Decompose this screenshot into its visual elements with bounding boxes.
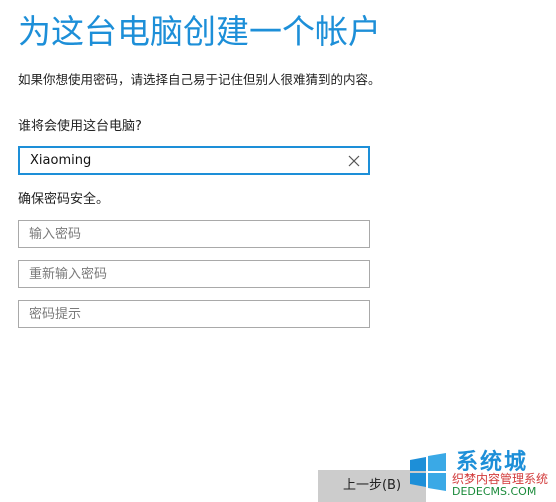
watermark-line1: 织梦内容管理系统 (452, 472, 549, 486)
back-button[interactable]: 上一步(B) (318, 470, 426, 502)
watermark: 系统城 织梦内容管理系统 DEDECMS.COM (406, 444, 556, 502)
confirm-password-field (18, 260, 370, 288)
username-input[interactable] (20, 148, 368, 173)
username-label: 谁将会使用这台电脑? (18, 119, 142, 134)
password-hint-input[interactable] (19, 301, 369, 327)
watermark-brand: 系统城 (456, 450, 529, 475)
watermark-line2: DEDECMS.COM (452, 485, 537, 498)
password-hint-field (18, 300, 370, 328)
password-section-label: 确保密码安全。 (18, 192, 110, 207)
confirm-password-input[interactable] (19, 261, 369, 287)
create-account-page: 为这台电脑创建一个帐户 如果你想使用密码，请选择自己易于记住但别人很难猜到的内容… (0, 0, 556, 502)
username-field (18, 146, 370, 175)
clear-icon[interactable] (346, 153, 362, 169)
password-input[interactable] (19, 221, 369, 247)
password-field (18, 220, 370, 248)
page-title: 为这台电脑创建一个帐户 (18, 12, 381, 51)
page-subtitle: 如果你想使用密码，请选择自己易于记住但别人很难猜到的内容。 (18, 72, 381, 87)
